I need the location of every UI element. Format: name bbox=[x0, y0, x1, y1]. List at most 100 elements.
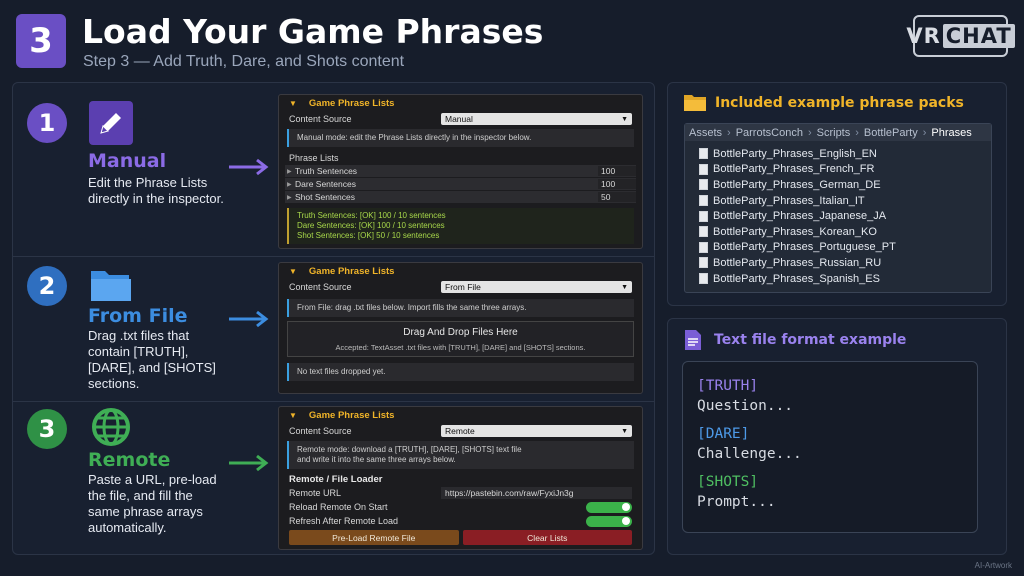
remote-url-input[interactable]: https://pastebin.com/raw/FyxiJn3g bbox=[441, 487, 632, 499]
content-source-label: Content Source bbox=[289, 282, 352, 292]
watermark: AI-Artwork bbox=[974, 561, 1012, 570]
mode-desc-manual: Edit the Phrase Lists directly in the in… bbox=[88, 175, 224, 206]
chevron-down-icon: ▼ bbox=[621, 427, 628, 435]
expand-triangle-icon[interactable]: ▶ bbox=[285, 194, 295, 201]
dare-tag: [DARE] bbox=[697, 426, 750, 442]
pencil-icon bbox=[89, 101, 133, 145]
truth-text: Question... bbox=[697, 398, 794, 414]
list-item[interactable]: ▶ Shot Sentences 50 bbox=[285, 191, 636, 204]
mode-desc-from-file: Drag .txt files that contain [TRUTH], [D… bbox=[88, 328, 216, 391]
content-source-dropdown[interactable]: From File ▼ bbox=[441, 281, 632, 293]
page-subtitle: Step 3 — Add Truth, Dare, and Shots cont… bbox=[83, 53, 405, 70]
list-item[interactable]: BottleParty_Phrases_Japanese_JA bbox=[685, 208, 991, 224]
clear-lists-button[interactable]: Clear Lists bbox=[462, 530, 632, 545]
expand-triangle-icon[interactable]: ▶ bbox=[285, 168, 295, 175]
inspector-header[interactable]: ▼ Game Phrase Lists bbox=[279, 95, 642, 111]
page-title: Load Your Game Phrases bbox=[82, 12, 544, 51]
breadcrumb-item[interactable]: Scripts bbox=[817, 127, 851, 139]
file-drop-zone[interactable]: Drag And Drop Files Here Accepted: TextA… bbox=[287, 321, 634, 357]
text-file-icon bbox=[699, 163, 708, 175]
info-note: Remote mode: download a [TRUTH], [DARE],… bbox=[287, 441, 634, 469]
info-note: Manual mode: edit the Phrase Lists direc… bbox=[287, 129, 634, 147]
reload-on-start-label: Reload Remote On Start bbox=[289, 502, 388, 512]
vrchat-logo: VR CHAT bbox=[906, 15, 1015, 57]
breadcrumb-item[interactable]: BottleParty bbox=[864, 127, 918, 139]
breadcrumb-item[interactable]: Assets bbox=[689, 127, 722, 139]
foldout-triangle-icon[interactable]: ▼ bbox=[289, 267, 297, 276]
text-file-icon bbox=[699, 257, 708, 269]
list-item[interactable]: BottleParty_Phrases_French_FR bbox=[685, 162, 991, 178]
mode-number-3: 3 bbox=[27, 409, 67, 449]
truth-tag: [TRUTH] bbox=[697, 378, 759, 394]
list-item[interactable]: BottleParty_Phrases_Portuguese_PT bbox=[685, 240, 991, 256]
foldout-triangle-icon[interactable]: ▼ bbox=[289, 99, 297, 108]
drop-zone-subtitle: Accepted: TextAsset .txt files with [TRU… bbox=[335, 343, 586, 352]
refresh-after-load-label: Refresh After Remote Load bbox=[289, 516, 399, 526]
content-source-dropdown[interactable]: Manual ▼ bbox=[441, 113, 632, 125]
text-file-icon bbox=[699, 273, 708, 285]
text-file-icon bbox=[699, 179, 708, 191]
list-item[interactable]: BottleParty_Phrases_Korean_KO bbox=[685, 224, 991, 240]
text-file-icon bbox=[699, 148, 708, 160]
validation-status: Truth Sentences: [OK] 100 / 10 sentences… bbox=[287, 208, 634, 244]
remote-url-label: Remote URL bbox=[289, 488, 342, 498]
list-item[interactable]: BottleParty_Phrases_Spanish_ES bbox=[685, 271, 991, 287]
remote-loader-header: Remote / File Loader bbox=[289, 474, 383, 485]
array-size-field[interactable]: 50 bbox=[598, 192, 636, 202]
mode-title-remote: Remote bbox=[88, 449, 171, 471]
format-code-block: [TRUTH] Question... [DARE] Challenge... … bbox=[682, 361, 978, 533]
inspector-remote: ▼ Game Phrase Lists Content Source Remote… bbox=[278, 406, 643, 550]
mode-number-1: 1 bbox=[27, 103, 67, 143]
folder-icon bbox=[684, 95, 706, 111]
array-size-field[interactable]: 100 bbox=[598, 179, 636, 189]
chevron-down-icon: ▼ bbox=[621, 115, 628, 123]
project-browser: Assets › ParrotsConch › Scripts › BottlePar… bbox=[684, 123, 992, 293]
arrow-right-icon bbox=[229, 454, 269, 472]
text-file-icon bbox=[699, 226, 708, 238]
expand-triangle-icon[interactable]: ▶ bbox=[285, 181, 295, 188]
mode-title-from-file: From File bbox=[88, 305, 188, 327]
arrow-right-icon bbox=[229, 310, 269, 328]
list-item[interactable]: ▶ Truth Sentences 100 bbox=[285, 165, 636, 178]
info-note: From File: drag .txt files below. Import… bbox=[287, 299, 634, 317]
breadcrumb-item-current[interactable]: Phrases bbox=[931, 127, 971, 139]
content-source-label: Content Source bbox=[289, 114, 352, 124]
inspector-header[interactable]: ▼ Game Phrase Lists bbox=[279, 407, 642, 423]
inspector-manual: ▼ Game Phrase Lists Content Source Manual… bbox=[278, 94, 643, 249]
breadcrumb-item[interactable]: ParrotsConch bbox=[736, 127, 803, 139]
content-source-dropdown[interactable]: Remote ▼ bbox=[441, 425, 632, 437]
chevron-down-icon: ▼ bbox=[621, 283, 628, 291]
mode-title-manual: Manual bbox=[88, 150, 167, 172]
text-file-icon bbox=[699, 241, 708, 253]
list-item[interactable]: BottleParty_Phrases_German_DE bbox=[685, 177, 991, 193]
phrase-packs-title: Included example phrase packs bbox=[715, 95, 964, 111]
mode-number-2: 2 bbox=[27, 266, 67, 306]
logo-vr: VR bbox=[906, 24, 941, 48]
text-file-icon bbox=[699, 210, 708, 222]
globe-icon bbox=[89, 405, 133, 449]
breadcrumb: Assets › ParrotsConch › Scripts › BottlePar… bbox=[685, 124, 991, 141]
content-source-label: Content Source bbox=[289, 426, 352, 436]
drop-zone-title: Drag And Drop Files Here bbox=[403, 327, 518, 338]
modes-panel: 1 Manual Edit the Phrase Lists directly … bbox=[12, 82, 655, 555]
list-item[interactable]: ▶ Dare Sentences 100 bbox=[285, 178, 636, 191]
mode-desc-remote: Paste a URL, pre-load the file, and fill… bbox=[88, 472, 217, 535]
info-note: No text files dropped yet. bbox=[287, 363, 634, 381]
foldout-triangle-icon[interactable]: ▼ bbox=[289, 411, 297, 420]
list-item[interactable]: BottleParty_Phrases_Russian_RU bbox=[685, 255, 991, 271]
list-item[interactable]: BottleParty_Phrases_Italian_IT bbox=[685, 193, 991, 209]
format-example-title: Text file format example bbox=[714, 332, 907, 348]
reload-on-start-toggle[interactable] bbox=[586, 501, 632, 513]
step-badge: 3 bbox=[16, 14, 66, 68]
logo-chat: CHAT bbox=[942, 24, 1015, 48]
list-item[interactable]: BottleParty_Phrases_English_EN bbox=[685, 146, 991, 162]
dare-text: Challenge... bbox=[697, 446, 802, 462]
document-icon bbox=[685, 330, 701, 350]
refresh-after-load-toggle[interactable] bbox=[586, 515, 632, 527]
array-size-field[interactable]: 100 bbox=[598, 166, 636, 176]
phrase-packs-panel: Included example phrase packs Assets › Pa… bbox=[667, 82, 1007, 306]
folder-icon bbox=[89, 263, 133, 307]
phrase-lists-header: Phrase Lists bbox=[289, 153, 339, 163]
inspector-header[interactable]: ▼ Game Phrase Lists bbox=[279, 263, 642, 279]
preload-remote-button[interactable]: Pre-Load Remote File bbox=[289, 530, 459, 545]
